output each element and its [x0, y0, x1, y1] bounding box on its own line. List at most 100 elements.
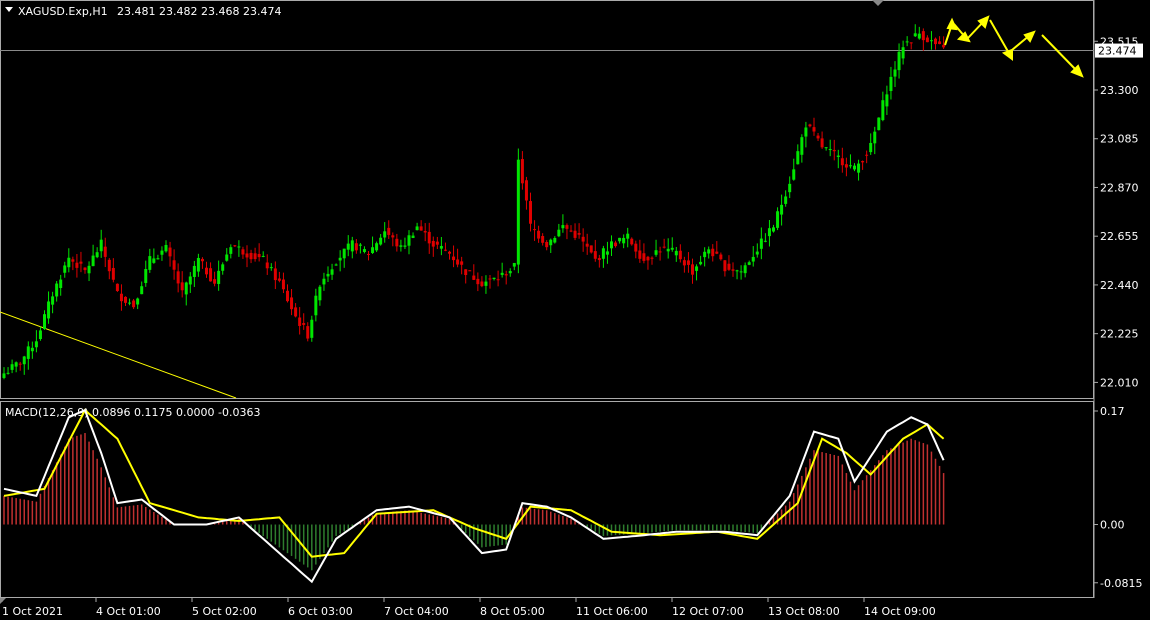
candle-body: [176, 271, 180, 284]
candle-body: [152, 258, 156, 263]
candle-body: [456, 259, 460, 265]
arrow-head-icon: [956, 31, 971, 43]
candle-body: [128, 302, 132, 304]
candle-body: [844, 164, 848, 168]
candle-body: [529, 201, 532, 224]
forecast-arrows[interactable]: [944, 15, 1084, 78]
candle-body: [686, 260, 690, 265]
candle-body: [508, 271, 512, 274]
time-tick-label: 14 Oct 09:00: [864, 605, 936, 618]
candle-body: [180, 282, 184, 291]
candle-body: [885, 94, 889, 107]
price-tick-label: 22.655: [1100, 230, 1139, 243]
price-tick-label: 22.870: [1100, 181, 1139, 194]
candle-body: [95, 252, 99, 258]
candle-body: [605, 251, 609, 255]
candle-body: [119, 293, 123, 302]
price-tick-label: 22.225: [1100, 328, 1139, 341]
candle-body: [362, 249, 366, 252]
candle-body: [869, 142, 873, 153]
candle-body: [820, 138, 824, 148]
candle-body: [678, 250, 682, 260]
candle-body: [549, 239, 553, 246]
time-tick-label: 5 Oct 02:00: [192, 605, 257, 618]
candle-body: [294, 307, 298, 317]
candle-body: [942, 44, 946, 48]
candle-body: [38, 330, 42, 340]
candle-body: [217, 270, 221, 284]
candle-body: [853, 165, 856, 170]
candle-body: [172, 260, 176, 270]
candle-body: [901, 47, 905, 59]
candle-body: [399, 245, 403, 247]
candle-body: [55, 283, 59, 297]
candle-body: [79, 261, 83, 264]
candle-body: [836, 155, 840, 157]
arrow-head-icon: [1001, 48, 1013, 61]
candle-body: [468, 270, 472, 272]
candle-body: [415, 226, 419, 231]
candle-body: [395, 238, 399, 247]
candle-body: [780, 204, 784, 215]
current-price-label: 23.474: [1098, 45, 1137, 58]
candle-body: [917, 33, 921, 39]
candle-body: [524, 180, 528, 201]
candle-body: [646, 256, 650, 261]
candle-body: [731, 269, 735, 271]
candle-body: [241, 249, 245, 255]
candle-body: [334, 264, 338, 266]
price-axis: 23.51523.30023.08522.87022.65522.44022.2…: [1094, 35, 1139, 389]
candle-body: [124, 296, 127, 303]
candle-body: [30, 347, 34, 352]
candle-body: [298, 317, 302, 326]
candle-body: [423, 231, 427, 233]
candle-body: [934, 38, 937, 45]
candle-body: [342, 248, 346, 259]
candle-body: [277, 278, 281, 281]
collapse-triangle-icon[interactable]: [5, 7, 13, 12]
candle-body: [695, 266, 699, 271]
candle-body: [711, 248, 715, 257]
trendline[interactable]: [0, 311, 237, 399]
arrow-head-icon: [1023, 30, 1036, 43]
candle-body: [460, 261, 464, 265]
candle-body: [840, 158, 844, 166]
candle-body: [6, 372, 10, 374]
candle-body: [824, 147, 828, 149]
candle-body: [326, 273, 330, 277]
candle-body: [520, 159, 524, 184]
candle-body: [160, 250, 164, 255]
candle-body: [67, 257, 71, 268]
candle-body: [168, 247, 172, 257]
candle-body: [205, 267, 208, 275]
candle-body: [614, 242, 618, 247]
candle-body: [488, 278, 492, 280]
price-tick-label: 23.085: [1100, 133, 1139, 146]
candle-body: [638, 250, 642, 259]
candle-body: [654, 250, 658, 255]
candle-body: [290, 297, 294, 310]
price-tick-label: 22.440: [1100, 279, 1139, 292]
candle-body: [265, 262, 269, 269]
candle-body: [464, 269, 468, 276]
candle-body: [148, 256, 152, 270]
candle-body: [512, 262, 516, 267]
candle-body: [622, 237, 626, 244]
candle-body: [723, 260, 727, 272]
chart-canvas[interactable]: XAGUSD.Exp,H1 23.481 23.482 23.468 23.47…: [0, 0, 1150, 620]
scroll-left-icon[interactable]: [0, 598, 6, 604]
candle-body: [925, 37, 929, 43]
candle-body: [905, 41, 909, 43]
candle-body: [43, 314, 46, 330]
candle-body: [492, 277, 496, 280]
candle-body: [310, 319, 314, 338]
candle-body: [318, 286, 322, 301]
candle-body: [703, 251, 707, 258]
candle-body: [358, 244, 362, 246]
candle-body: [387, 227, 391, 235]
candle-body: [897, 51, 901, 71]
time-tick-label: 8 Oct 05:00: [480, 605, 545, 618]
candle-body: [379, 237, 383, 245]
scroll-marker-icon[interactable]: [872, 0, 884, 6]
candle-body: [431, 240, 435, 247]
